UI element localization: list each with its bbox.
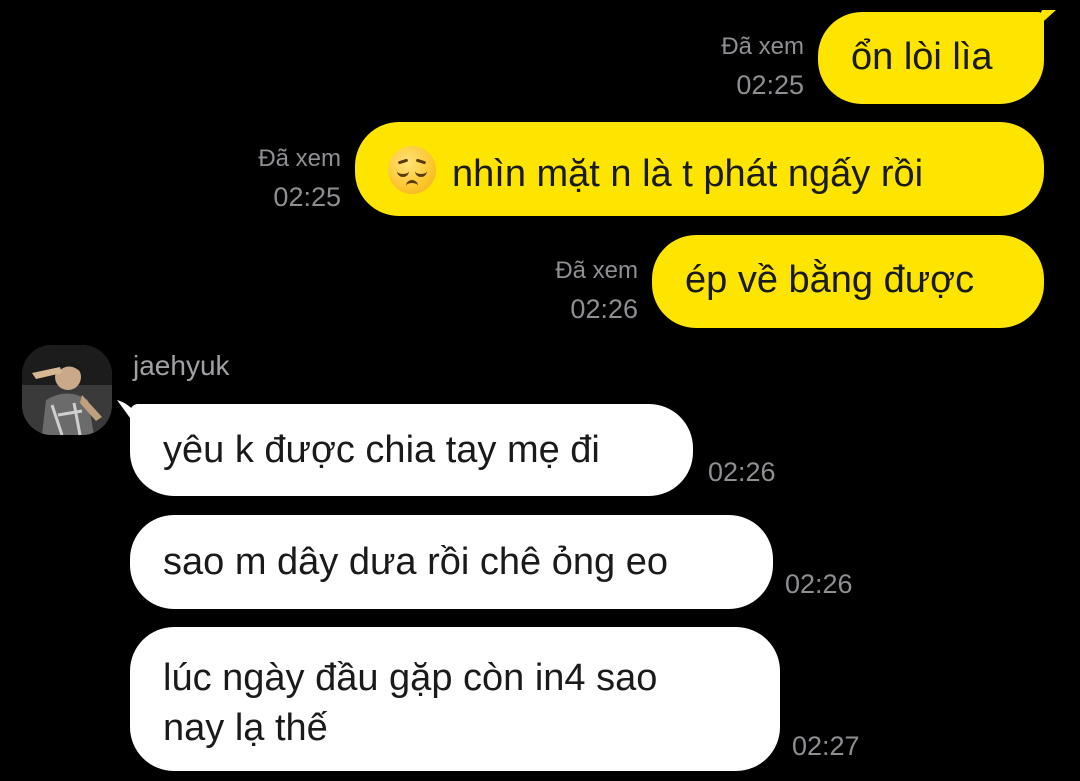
avatar-photo <box>22 345 112 435</box>
message-time: 02:26 <box>570 294 638 324</box>
message-time: 02:25 <box>273 182 341 212</box>
message-time: 02:27 <box>792 731 860 761</box>
seen-label: Đã xem <box>721 33 804 60</box>
message-time: 02:26 <box>785 569 853 599</box>
message-text: ổn lòi lìa <box>851 36 993 78</box>
message-text: yêu k được chia tay mẹ đi <box>163 429 600 471</box>
avatar[interactable] <box>22 345 112 435</box>
sent-message-bubble[interactable]: nhìn mặt n là t phát ngấy rồi <box>355 122 1044 216</box>
message-text: nhìn mặt n là t phát ngấy rồi <box>452 153 924 195</box>
pensive-face-emoji <box>388 146 436 194</box>
message-time: 02:26 <box>708 457 776 487</box>
received-message-bubble[interactable]: lúc ngày đầu gặp còn in4 sao nay lạ thế <box>130 627 780 771</box>
sent-message-bubble[interactable]: ổn lòi lìa <box>818 12 1044 104</box>
contact-name: jaehyuk <box>133 350 230 381</box>
message-text: ép về bằng được <box>685 259 975 301</box>
seen-label: Đã xem <box>258 145 341 172</box>
message-time: 02:25 <box>736 70 804 100</box>
message-text-line-1: lúc ngày đầu gặp còn in4 sao <box>163 657 658 699</box>
bubble-tail <box>1034 10 1056 30</box>
received-message-bubble[interactable]: sao m dây dưa rồi chê ỏng eo <box>130 515 773 609</box>
read-receipt-3: Đã xem 02:26 <box>555 252 638 328</box>
read-receipt-1: Đã xem 02:25 <box>721 28 804 104</box>
sent-message-bubble[interactable]: ép về bằng được <box>652 235 1044 328</box>
received-message-bubble[interactable]: yêu k được chia tay mẹ đi <box>130 404 693 496</box>
message-text-line-2: nay lạ thế <box>163 707 328 749</box>
seen-label: Đã xem <box>555 257 638 284</box>
message-text: sao m dây dưa rồi chê ỏng eo <box>163 541 668 583</box>
read-receipt-2: Đã xem 02:25 <box>258 140 341 216</box>
